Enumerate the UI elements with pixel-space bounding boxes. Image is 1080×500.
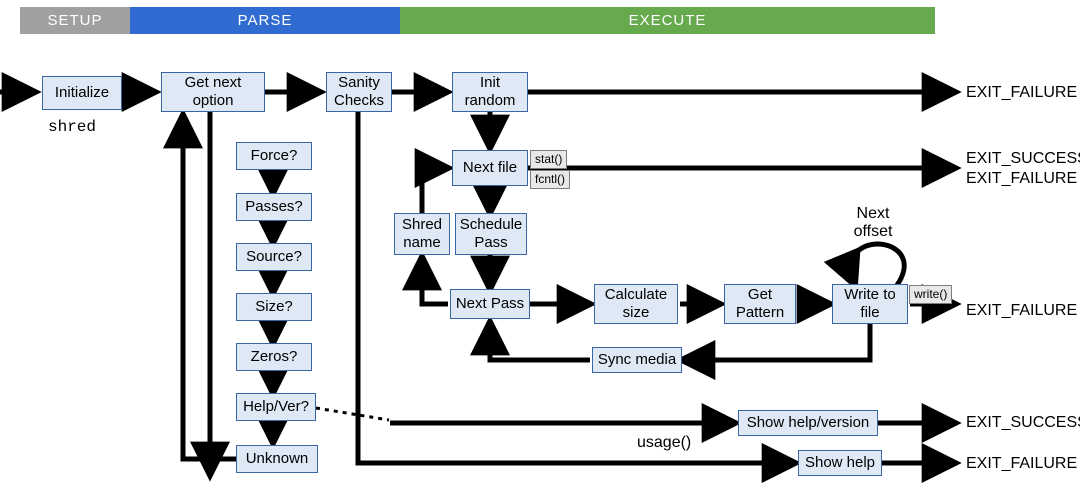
exit-init-random: EXIT_FAILURE <box>966 84 1077 102</box>
label-command: shred <box>48 118 96 136</box>
label-usage: usage() <box>637 434 691 452</box>
node-sanity-checks: Sanity Checks <box>326 72 392 112</box>
node-passes: Passes? <box>236 193 312 221</box>
label-next-offset: Next offset <box>838 205 908 241</box>
exit-write: EXIT_FAILURE <box>966 302 1077 320</box>
node-initialize: Initialize <box>42 76 122 110</box>
exit-nextfile-s: EXIT_SUCCESS <box>966 150 1080 168</box>
node-get-next-option: Get next option <box>161 72 265 112</box>
exit-nextfile-f: EXIT_FAILURE <box>966 170 1077 188</box>
node-show-help-version: Show help/version <box>738 410 878 436</box>
node-size: Size? <box>236 293 312 321</box>
node-helpver: Help/Ver? <box>236 393 316 421</box>
exit-unknown: EXIT_FAILURE <box>966 455 1077 473</box>
tag-fcntl: fcntl() <box>530 170 570 189</box>
node-source: Source? <box>236 243 312 271</box>
node-unknown: Unknown <box>236 445 318 473</box>
node-force: Force? <box>236 142 312 170</box>
node-get-pattern: Get Pattern <box>724 284 796 324</box>
node-calc-size: Calculate size <box>594 284 678 324</box>
node-next-pass: Next Pass <box>450 289 530 319</box>
tag-stat: stat() <box>530 150 567 169</box>
node-shred-name: Shred name <box>394 213 450 255</box>
exit-helpver: EXIT_SUCCESS <box>966 414 1080 432</box>
node-zeros: Zeros? <box>236 343 312 371</box>
node-init-random: Init random <box>452 72 528 112</box>
node-write-file: Write to file <box>832 284 908 324</box>
tag-write: write() <box>909 285 952 304</box>
node-sync-media: Sync media <box>592 347 682 373</box>
node-schedule-pass: Schedule Pass <box>455 213 527 255</box>
node-show-help: Show help <box>798 450 882 476</box>
node-next-file: Next file <box>452 150 528 186</box>
